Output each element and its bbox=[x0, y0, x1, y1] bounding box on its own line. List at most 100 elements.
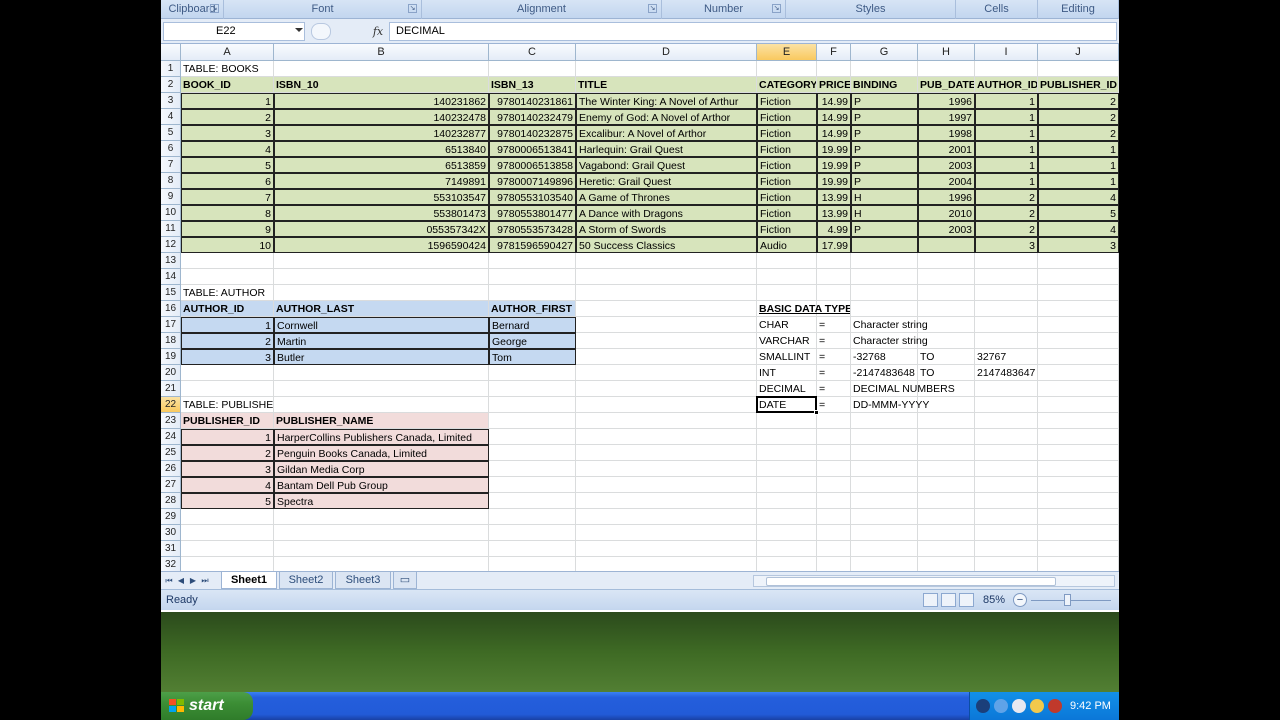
cell[interactable] bbox=[817, 461, 851, 477]
table-cell[interactable]: Bantam Dell Pub Group bbox=[274, 477, 489, 493]
table-cell[interactable]: Enemy of God: A Novel of Arthor bbox=[576, 109, 757, 125]
name-box-dropdown-icon[interactable] bbox=[295, 28, 303, 32]
cell[interactable] bbox=[1038, 413, 1119, 429]
table-cell[interactable]: P bbox=[851, 221, 918, 237]
cell[interactable] bbox=[975, 333, 1038, 349]
cell[interactable] bbox=[851, 493, 918, 509]
table-cell[interactable]: 14.99 bbox=[817, 93, 851, 109]
cell[interactable] bbox=[1038, 333, 1119, 349]
cell[interactable] bbox=[975, 493, 1038, 509]
zoom-slider[interactable] bbox=[1031, 600, 1111, 601]
table-cell[interactable]: Cornwell bbox=[274, 317, 489, 333]
cell[interactable] bbox=[274, 525, 489, 541]
cell[interactable] bbox=[489, 525, 576, 541]
table-cell[interactable]: Fiction bbox=[757, 109, 817, 125]
table-cell[interactable]: 3 bbox=[181, 349, 274, 365]
table-cell[interactable]: 1 bbox=[975, 157, 1038, 173]
cell[interactable] bbox=[576, 397, 757, 413]
cell[interactable] bbox=[576, 461, 757, 477]
cell[interactable] bbox=[757, 525, 817, 541]
column-heading[interactable]: PUBLISHER_ID bbox=[1038, 77, 1119, 93]
cell[interactable] bbox=[181, 541, 274, 557]
cell[interactable] bbox=[181, 525, 274, 541]
table-cell[interactable]: 2001 bbox=[918, 141, 975, 157]
cell[interactable] bbox=[1038, 269, 1119, 285]
row-header-25[interactable]: 25 bbox=[161, 445, 181, 461]
table-cell[interactable]: 140231862 bbox=[274, 93, 489, 109]
cell[interactable] bbox=[817, 493, 851, 509]
table-cell[interactable]: 1 bbox=[181, 93, 274, 109]
sheet-tab-sheet1[interactable]: Sheet1 bbox=[221, 572, 277, 589]
table-cell[interactable] bbox=[918, 237, 975, 253]
table-cell[interactable]: 9780140232479 bbox=[489, 109, 576, 125]
row-header-19[interactable]: 19 bbox=[161, 349, 181, 365]
cell[interactable] bbox=[975, 301, 1038, 317]
cell[interactable] bbox=[757, 541, 817, 557]
cell[interactable] bbox=[1038, 365, 1119, 381]
cell[interactable] bbox=[975, 381, 1038, 397]
cell[interactable] bbox=[1038, 461, 1119, 477]
table-cell[interactable]: 4.99 bbox=[817, 221, 851, 237]
cell[interactable] bbox=[817, 429, 851, 445]
table-cell[interactable]: Fiction bbox=[757, 205, 817, 221]
table-cell[interactable]: 4 bbox=[181, 141, 274, 157]
cell[interactable] bbox=[489, 477, 576, 493]
cell[interactable] bbox=[918, 413, 975, 429]
cell[interactable] bbox=[1038, 493, 1119, 509]
table-cell[interactable]: 2 bbox=[181, 333, 274, 349]
cell[interactable] bbox=[817, 509, 851, 525]
column-heading[interactable]: PUBLISHER_NAME bbox=[274, 413, 489, 429]
table-cell[interactable]: 1596590424 bbox=[274, 237, 489, 253]
table-cell[interactable]: Bernard bbox=[489, 317, 576, 333]
cell[interactable] bbox=[1038, 301, 1119, 317]
fill-handle[interactable] bbox=[814, 410, 819, 415]
table-cell[interactable]: 9780007149896 bbox=[489, 173, 576, 189]
cell[interactable] bbox=[851, 509, 918, 525]
table-cell[interactable]: 9781596590427 bbox=[489, 237, 576, 253]
select-all-corner[interactable] bbox=[161, 44, 181, 61]
table-label[interactable]: TABLE: PUBLISHER bbox=[181, 397, 274, 413]
cell[interactable] bbox=[181, 269, 274, 285]
table-cell[interactable]: H bbox=[851, 205, 918, 221]
equals-sign[interactable]: = bbox=[817, 381, 851, 397]
arrow-icon[interactable] bbox=[1012, 699, 1026, 713]
equals-sign[interactable]: = bbox=[817, 365, 851, 381]
table-cell[interactable]: P bbox=[851, 141, 918, 157]
table-cell[interactable]: 1996 bbox=[918, 93, 975, 109]
insert-sheet-icon[interactable]: ▭ bbox=[393, 572, 417, 589]
cell[interactable] bbox=[817, 269, 851, 285]
column-header-h[interactable]: H bbox=[918, 44, 975, 61]
table-cell[interactable]: Heretic: Grail Quest bbox=[576, 173, 757, 189]
table-cell[interactable]: Gildan Media Corp bbox=[274, 461, 489, 477]
cell[interactable] bbox=[975, 61, 1038, 77]
row-header-18[interactable]: 18 bbox=[161, 333, 181, 349]
cell[interactable] bbox=[757, 429, 817, 445]
cell[interactable] bbox=[1038, 285, 1119, 301]
row-header-24[interactable]: 24 bbox=[161, 429, 181, 445]
table-cell[interactable]: 9780140231861 bbox=[489, 93, 576, 109]
table-cell[interactable]: 2004 bbox=[918, 173, 975, 189]
table-cell[interactable]: 140232877 bbox=[274, 125, 489, 141]
table-cell[interactable]: 9780140232875 bbox=[489, 125, 576, 141]
column-header-c[interactable]: C bbox=[489, 44, 576, 61]
cell[interactable] bbox=[851, 253, 918, 269]
cell[interactable] bbox=[975, 477, 1038, 493]
cell[interactable] bbox=[274, 397, 489, 413]
table-cell[interactable]: 14.99 bbox=[817, 109, 851, 125]
cell[interactable] bbox=[757, 253, 817, 269]
row-header-16[interactable]: 16 bbox=[161, 301, 181, 317]
row-header-6[interactable]: 6 bbox=[161, 141, 181, 157]
row-header-30[interactable]: 30 bbox=[161, 525, 181, 541]
table-label[interactable]: TABLE: AUTHOR bbox=[181, 285, 274, 301]
cell[interactable] bbox=[1038, 525, 1119, 541]
cell[interactable] bbox=[817, 413, 851, 429]
table-cell[interactable]: Vagabond: Grail Quest bbox=[576, 157, 757, 173]
table-cell[interactable]: 4 bbox=[1038, 189, 1119, 205]
cell[interactable] bbox=[576, 253, 757, 269]
table-cell[interactable]: 1998 bbox=[918, 125, 975, 141]
cell[interactable] bbox=[851, 541, 918, 557]
antivirus-icon[interactable] bbox=[1048, 699, 1062, 713]
sheet-tab-sheet3[interactable]: Sheet3 bbox=[335, 572, 391, 589]
table-cell[interactable]: 2 bbox=[1038, 125, 1119, 141]
cell[interactable] bbox=[975, 525, 1038, 541]
